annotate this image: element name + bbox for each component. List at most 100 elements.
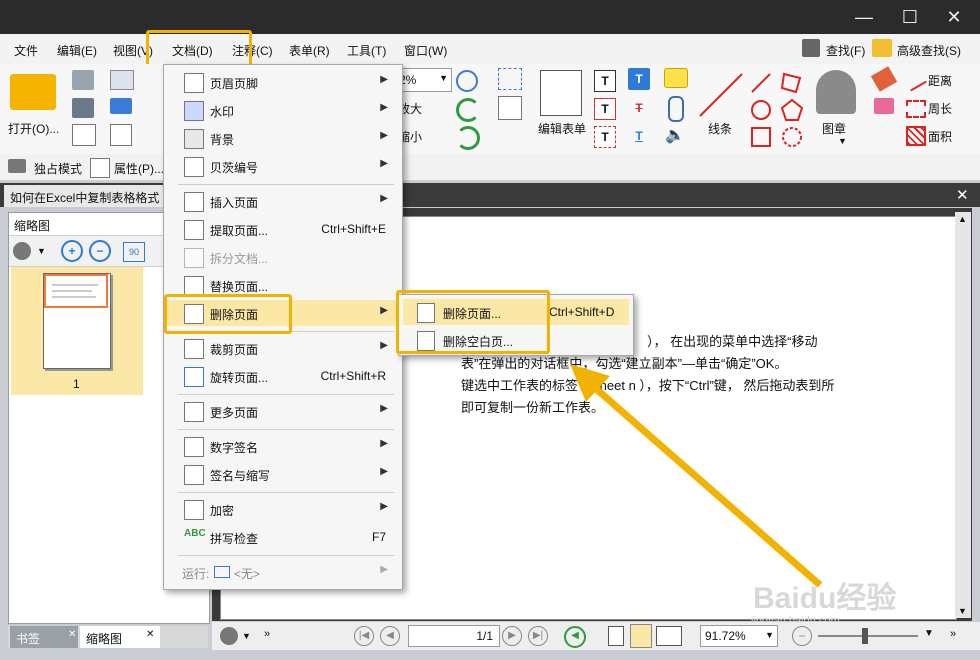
line-icon[interactable] [696, 70, 746, 120]
close-icon[interactable]: ✕ [942, 6, 966, 28]
menu-item-digital-signature[interactable]: 数字签名 ▶ [164, 433, 402, 459]
expand-icon[interactable]: » [950, 628, 956, 640]
menu-edit[interactable]: 编辑(E) [57, 42, 97, 59]
tab-thumbnails[interactable]: 缩略图 ✕ [80, 626, 160, 648]
chevron-down-icon[interactable]: ▼ [924, 628, 934, 639]
zoom-slider-handle[interactable] [862, 628, 868, 644]
rotate-right-icon[interactable] [456, 126, 480, 150]
perimeter-icon [906, 100, 926, 118]
zoom-in-icon[interactable] [456, 70, 478, 92]
facing-pages-icon[interactable] [656, 626, 682, 646]
menu-item-sign-initial[interactable]: 签名与缩写 ▶ [164, 461, 402, 487]
zoom-out-icon[interactable]: − [792, 626, 812, 646]
menu-item-extract-pages[interactable]: 提取页面... Ctrl+Shift+E [164, 216, 402, 242]
zoom-slider[interactable] [818, 635, 918, 637]
menu-item-bates-numbering[interactable]: 贝茨编号 ▶ [164, 153, 402, 179]
find-button[interactable]: 查找(F) [826, 42, 865, 59]
menu-item-rotate-pages[interactable]: 旋转页面... Ctrl+Shift+R [164, 363, 402, 389]
stamp-chevron-down-icon[interactable]: ▼ [838, 136, 847, 146]
text-icon[interactable]: T [628, 68, 650, 90]
stamp-button[interactable]: 图章 [822, 120, 846, 137]
advanced-find-button[interactable]: 高级查找(S) [897, 42, 961, 59]
menu-window[interactable]: 窗口(W) [404, 42, 447, 59]
zoom-out-icon[interactable]: − [89, 240, 111, 262]
menu-item-background[interactable]: 背景 ▶ [164, 125, 402, 151]
note-icon[interactable] [664, 68, 688, 88]
panel-tabs: 书签 ✕ 缩略图 ✕ [8, 626, 208, 648]
scan-icon[interactable] [110, 98, 132, 114]
edit-form-button[interactable]: 编辑表单 [538, 120, 586, 137]
eraser-icon[interactable] [874, 98, 894, 114]
area-button[interactable]: 面积 [928, 128, 952, 145]
print-icon[interactable] [72, 98, 94, 118]
continuous-page-icon[interactable] [630, 624, 652, 648]
settings-gear-icon[interactable] [220, 627, 238, 645]
callout-icon[interactable]: T [594, 126, 616, 148]
rotate-90-icon[interactable]: 90 [123, 242, 145, 262]
menu-item-encrypt[interactable]: 加密 ▶ [164, 496, 402, 522]
menu-file[interactable]: 文件 [14, 42, 38, 59]
shapes-icon[interactable] [748, 68, 808, 152]
exclusive-mode-button[interactable]: 独占模式 [34, 160, 82, 177]
new-document-icon[interactable] [110, 124, 132, 146]
menu-tools[interactable]: 工具(T) [347, 42, 386, 59]
maximize-icon[interactable]: ☐ [898, 6, 922, 28]
first-page-icon[interactable]: |◀ [354, 626, 374, 646]
menu-item-watermark[interactable]: 水印 ▶ [164, 97, 402, 123]
sound-icon[interactable]: 🔈 [664, 126, 686, 146]
menu-item-crop-pages[interactable]: 裁剪页面 ▶ [164, 335, 402, 361]
previous-page-icon[interactable]: ◀ [380, 626, 400, 646]
line-button[interactable]: 线条 [708, 120, 732, 137]
thumbnail-item[interactable]: 1 [11, 267, 143, 395]
distance-button[interactable]: 距离 [928, 72, 952, 89]
open-folder-icon[interactable] [10, 74, 56, 110]
thumbnail-text-line [52, 284, 98, 286]
text-field-icon[interactable] [498, 96, 522, 120]
strikeout-icon[interactable]: T [628, 98, 650, 118]
menu-item-spell-check[interactable]: ABC 拼写检查 F7 [164, 524, 402, 550]
vertical-scrollbar[interactable]: ▲ ▼ [955, 212, 971, 618]
email-icon[interactable] [110, 70, 134, 90]
page-number-input[interactable]: 1/1 [408, 625, 500, 647]
underline-icon[interactable]: T [628, 126, 650, 146]
stamp-icon[interactable] [816, 70, 856, 114]
textbox-icon[interactable]: T [594, 98, 616, 120]
zoom-select[interactable]: 91.72% ▼ [700, 625, 778, 647]
document-tab[interactable]: 如何在Excel中复制表格格式 [4, 185, 164, 207]
menu-item-shortcut: F7 [371, 530, 386, 544]
close-icon[interactable]: ✕ [146, 629, 154, 640]
attachment-icon[interactable] [668, 96, 684, 122]
chevron-down-icon[interactable]: ▼ [242, 631, 251, 641]
close-tab-icon[interactable]: ✕ [956, 186, 969, 204]
save-icon[interactable] [72, 70, 94, 90]
submenu-arrow-icon: ▶ [380, 193, 388, 204]
document-icon[interactable] [72, 124, 96, 146]
chevron-down-icon[interactable]: ▼ [37, 246, 46, 256]
close-icon[interactable]: ✕ [68, 629, 76, 640]
edit-form-icon[interactable] [540, 70, 582, 116]
minimize-icon[interactable]: — [852, 6, 876, 28]
zoom-in-icon[interactable]: + [61, 240, 83, 262]
settings-gear-icon[interactable] [13, 242, 31, 260]
menu-item-more-pages[interactable]: 更多页面 ▶ [164, 398, 402, 424]
back-icon[interactable]: ◀ [564, 626, 586, 648]
last-page-icon[interactable]: ▶| [528, 626, 548, 646]
rotate-left-icon[interactable] [456, 98, 480, 122]
menu-item-insert-page[interactable]: 插入页面 ▶ [164, 188, 402, 214]
thumbnail-text-line [52, 290, 92, 292]
properties-button[interactable]: 属性(P)... [114, 160, 164, 177]
menu-item-header-footer[interactable]: 页眉页脚 ▶ [164, 69, 402, 95]
next-page-icon[interactable]: ▶ [502, 626, 522, 646]
marquee-zoom-icon[interactable] [498, 68, 522, 90]
tab-bookmarks[interactable]: 书签 ✕ [10, 626, 78, 648]
perimeter-button[interactable]: 周长 [928, 100, 952, 117]
scroll-down-icon[interactable]: ▼ [958, 606, 967, 616]
typewriter-icon[interactable]: T [594, 70, 616, 92]
expand-icon[interactable]: » [264, 628, 270, 640]
single-page-icon[interactable] [608, 626, 624, 646]
menu-form[interactable]: 表单(R) [289, 42, 330, 59]
pencil-icon[interactable] [870, 66, 898, 92]
open-button[interactable]: 打开(O)... [8, 120, 59, 137]
area-icon [906, 126, 926, 146]
scroll-up-icon[interactable]: ▲ [958, 214, 967, 224]
